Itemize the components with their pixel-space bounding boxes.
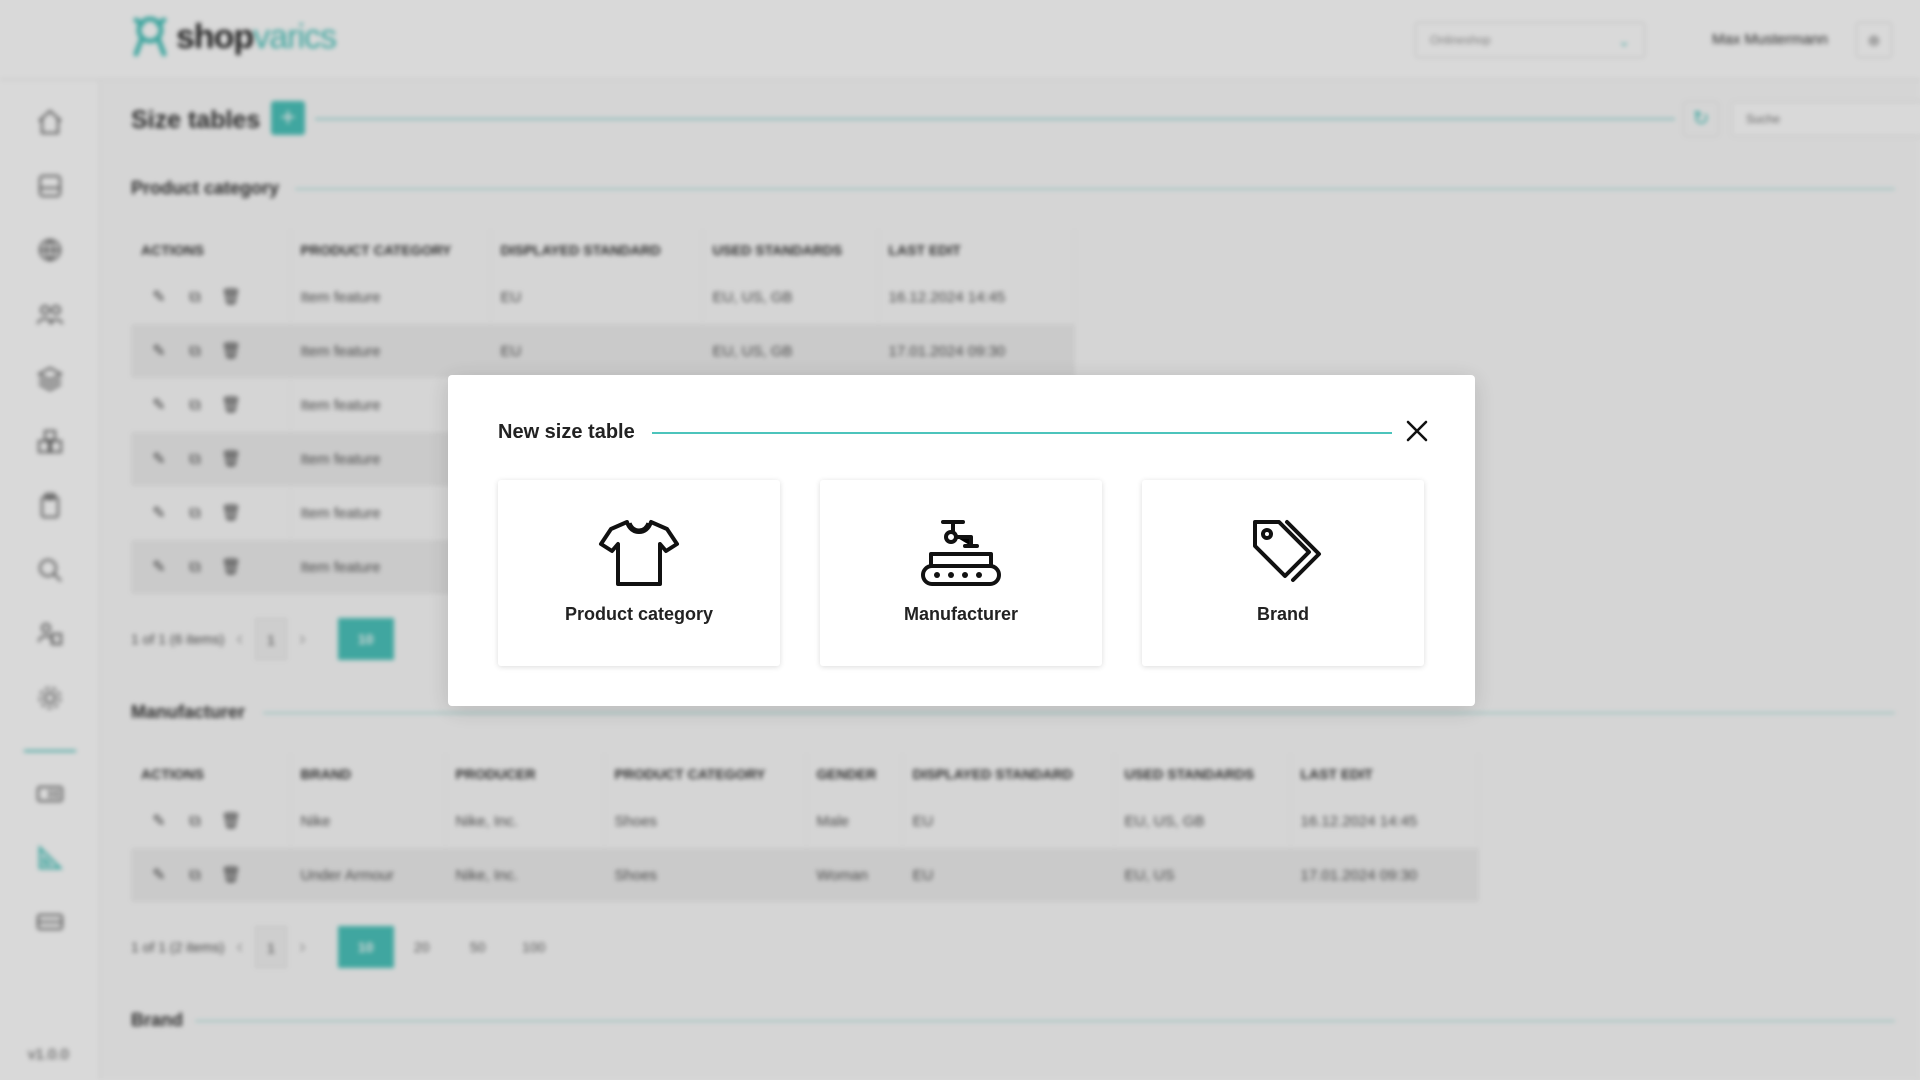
option-manufacturer[interactable]: Manufacturer xyxy=(820,480,1102,666)
dialog-title: New size table xyxy=(498,421,635,443)
option-cards: Product category Manufacturer Brand xyxy=(498,480,1424,666)
option-brand[interactable]: Brand xyxy=(1142,480,1424,666)
new-size-table-dialog: New size table Product category Manufact… xyxy=(448,375,1475,706)
close-icon[interactable] xyxy=(1401,415,1433,447)
option-product-category[interactable]: Product category xyxy=(498,480,780,666)
option-label: Brand xyxy=(1256,604,1309,624)
tshirt-icon xyxy=(597,516,681,590)
dialog-title-divider xyxy=(652,432,1392,434)
option-label: Product category xyxy=(564,604,714,624)
price-tags-icon xyxy=(1241,516,1325,590)
factory-conveyor-icon xyxy=(919,516,1003,590)
option-label: Manufacturer xyxy=(903,604,1019,624)
